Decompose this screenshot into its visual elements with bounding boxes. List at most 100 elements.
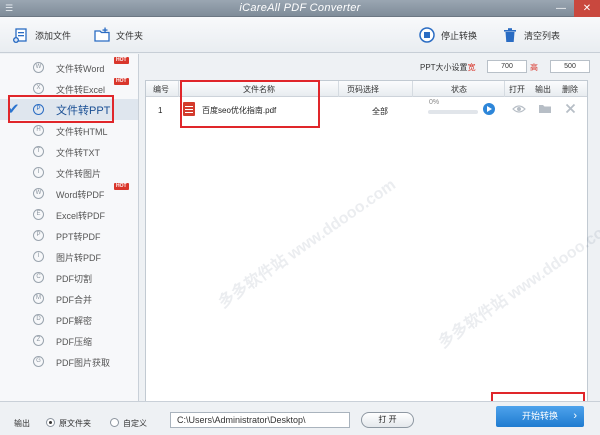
sidebar-item[interactable]: G PDF图片获取 bbox=[0, 351, 138, 372]
open-folder-button[interactable]: 打 开 bbox=[361, 412, 414, 428]
format-icon: X bbox=[33, 83, 44, 94]
minimize-button[interactable]: — bbox=[548, 0, 574, 17]
row-index: 1 bbox=[158, 106, 163, 115]
sidebar-item[interactable]: T 文件转TXT bbox=[0, 141, 138, 162]
toolbar: 添加文件 文件夹 停止转换 清空列表 bbox=[0, 17, 600, 53]
eye-icon[interactable] bbox=[512, 104, 526, 114]
option-source-label: 原文件夹 bbox=[59, 419, 91, 428]
sidebar-item[interactable]: D PDF解密 bbox=[0, 309, 138, 330]
format-icon: C bbox=[33, 272, 44, 283]
add-folder-icon bbox=[94, 27, 110, 42]
add-file-icon bbox=[13, 28, 27, 43]
play-icon[interactable] bbox=[483, 103, 495, 115]
format-icon: M bbox=[33, 293, 44, 304]
ppt-width-input[interactable]: 700 bbox=[487, 60, 527, 73]
format-icon: H bbox=[33, 125, 44, 136]
window-controls: — ✕ bbox=[548, 0, 600, 17]
add-file-button[interactable]: 添加文件 bbox=[12, 17, 71, 53]
sidebar-item[interactable]: W Word转PDF HOT bbox=[0, 183, 138, 204]
sidebar-item[interactable]: C PDF切割 bbox=[0, 267, 138, 288]
sidebar-item-label: PDF解密 bbox=[56, 316, 93, 326]
start-convert-label: 开始转换 bbox=[521, 411, 558, 421]
folder-icon[interactable] bbox=[538, 103, 552, 114]
sidebar-item-label: Excel转PDF bbox=[56, 211, 106, 221]
stop-label: 停止转换 bbox=[441, 30, 478, 41]
sidebar-item[interactable]: H 文件转HTML bbox=[0, 120, 138, 141]
ppt-height-label: 高 bbox=[530, 63, 538, 72]
row-progress-text: 0% bbox=[429, 99, 440, 106]
sidebar-item[interactable]: ✔ P 文件转PPT bbox=[0, 99, 138, 120]
format-icon: P bbox=[33, 230, 44, 241]
add-folder-label: 文件夹 bbox=[116, 30, 144, 41]
window-title: iCareAll PDF Converter bbox=[239, 2, 361, 14]
sidebar-item[interactable]: Z PDF压缩 bbox=[0, 330, 138, 351]
output-label: 输出 bbox=[14, 419, 30, 428]
sidebar-item[interactable]: P PPT转PDF bbox=[0, 225, 138, 246]
close-button[interactable]: ✕ bbox=[574, 0, 600, 17]
sidebar-item-label: 文件转Excel bbox=[56, 85, 106, 95]
header-filename: 文件名称 bbox=[243, 85, 275, 94]
output-path-input[interactable]: C:\Users\Administrator\Desktop\ bbox=[170, 412, 350, 428]
format-icon: Z bbox=[33, 335, 44, 346]
format-icon: W bbox=[33, 62, 44, 73]
row-pages[interactable]: 全部 bbox=[372, 106, 388, 117]
format-icon: I bbox=[33, 167, 44, 178]
sidebar-item-label: PDF合并 bbox=[56, 295, 93, 305]
format-icon: D bbox=[33, 314, 44, 325]
sidebar-item[interactable]: I 文件转图片 bbox=[0, 162, 138, 183]
add-file-label: 添加文件 bbox=[35, 30, 72, 41]
ppt-width-label: 宽 bbox=[467, 63, 476, 72]
sidebar-item-label: PDF切割 bbox=[56, 274, 93, 284]
sidebar-item-label: 文件转图片 bbox=[56, 169, 102, 179]
row-filename: 百度seo优化指南.pdf bbox=[202, 106, 277, 115]
header-output: 输出 bbox=[535, 85, 551, 94]
radio-custom-folder[interactable] bbox=[110, 418, 119, 427]
table-header: 编号 文件名称 页码选择 状态 打开 输出 删除 bbox=[146, 81, 587, 97]
header-pages: 页码选择 bbox=[347, 85, 379, 94]
row-progress-bar bbox=[428, 110, 478, 114]
clear-list-label: 清空列表 bbox=[524, 30, 561, 41]
header-delete: 删除 bbox=[562, 85, 578, 94]
sidebar-item-label: PPT转PDF bbox=[56, 232, 101, 242]
format-icon: W bbox=[33, 188, 44, 199]
sidebar-item[interactable]: M PDF合并 bbox=[0, 288, 138, 309]
sidebar-item[interactable]: E Excel转PDF bbox=[0, 204, 138, 225]
pdf-file-icon bbox=[183, 102, 195, 116]
sidebar-item-label: PDF图片获取 bbox=[56, 358, 111, 368]
format-icon: I bbox=[33, 251, 44, 262]
checkmark-icon: ✔ bbox=[7, 101, 20, 118]
clear-list-button[interactable]: 清空列表 bbox=[501, 17, 560, 53]
add-folder-button[interactable]: 文件夹 bbox=[93, 17, 143, 53]
ppt-height-input[interactable]: 500 bbox=[550, 60, 590, 73]
format-icon: G bbox=[33, 356, 44, 367]
delete-icon[interactable] bbox=[565, 103, 576, 114]
trash-icon bbox=[504, 28, 516, 42]
start-convert-button[interactable]: 开始转换 › bbox=[496, 406, 584, 427]
stop-button[interactable]: 停止转换 bbox=[418, 17, 477, 53]
radio-source-folder[interactable] bbox=[46, 418, 55, 427]
ppt-size-label: PPT大小设置 bbox=[420, 63, 468, 72]
format-icon: T bbox=[33, 146, 44, 157]
format-icon: E bbox=[33, 209, 44, 220]
sidebar-item-label: 文件转TXT bbox=[56, 148, 100, 158]
chevron-right-icon: › bbox=[573, 410, 577, 422]
sidebar-item-label: 文件转PPT bbox=[56, 105, 111, 117]
sidebar-item[interactable]: X 文件转Excel HOT bbox=[0, 78, 138, 99]
sidebar-item-label: Word转PDF bbox=[56, 190, 105, 200]
sidebar-item-label: 文件转Word bbox=[56, 64, 105, 74]
sidebar-item-label: 文件转HTML bbox=[56, 127, 108, 137]
sidebar-item-label: PDF压缩 bbox=[56, 337, 93, 347]
hot-badge: HOT bbox=[114, 183, 129, 190]
file-list-table: 编号 文件名称 页码选择 状态 打开 输出 删除 1 百度seo优化指南.pdf… bbox=[145, 80, 588, 402]
ppt-size-setting: PPT大小设置宽 bbox=[420, 62, 476, 73]
hot-badge: HOT bbox=[114, 57, 129, 64]
format-icon: P bbox=[33, 104, 44, 115]
sidebar-item[interactable]: W 文件转Word HOT bbox=[0, 57, 138, 78]
sidebar-item-label: 图片转PDF bbox=[56, 253, 102, 263]
sidebar-item[interactable]: I 图片转PDF bbox=[0, 246, 138, 267]
title-bar: ☰ iCareAll PDF Converter — ✕ bbox=[0, 0, 600, 17]
option-custom-label: 自定义 bbox=[123, 419, 147, 428]
sidebar: W 文件转Word HOT X 文件转Excel HOT ✔ P 文件转PPT H 文件转HTML T… bbox=[0, 54, 139, 401]
header-index: 编号 bbox=[153, 85, 169, 94]
header-open: 打开 bbox=[509, 85, 525, 94]
